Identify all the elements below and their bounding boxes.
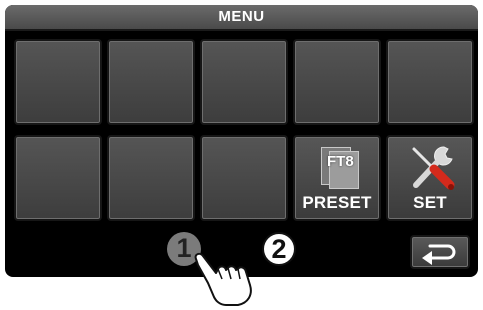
menu-key-6[interactable] — [14, 135, 102, 221]
title-bar: MENU — [5, 5, 478, 31]
menu-key-5[interactable] — [386, 39, 474, 125]
ft8-preset-icon: FT8 — [317, 145, 361, 189]
ft8-icon-text: FT8 — [327, 153, 354, 170]
menu-key-7[interactable] — [107, 135, 195, 221]
menu-key-2[interactable] — [107, 39, 195, 125]
menu-title: MENU — [218, 8, 265, 25]
tools-icon — [412, 146, 455, 190]
back-button[interactable] — [410, 235, 470, 269]
menu-key-1[interactable] — [14, 39, 102, 125]
preset-label: PRESET — [302, 193, 372, 212]
menu-key-8[interactable] — [200, 135, 288, 221]
menu-key-3[interactable] — [200, 39, 288, 125]
return-arrow-icon — [422, 244, 456, 265]
tap-hand-icon — [194, 252, 252, 306]
set-button[interactable]: SET — [386, 135, 474, 221]
radio-screen: MENU FT8 PRESET SET — [5, 5, 478, 277]
set-label: SET — [413, 193, 447, 212]
menu-key-4[interactable] — [293, 39, 381, 125]
preset-button[interactable]: FT8 PRESET — [293, 135, 381, 221]
